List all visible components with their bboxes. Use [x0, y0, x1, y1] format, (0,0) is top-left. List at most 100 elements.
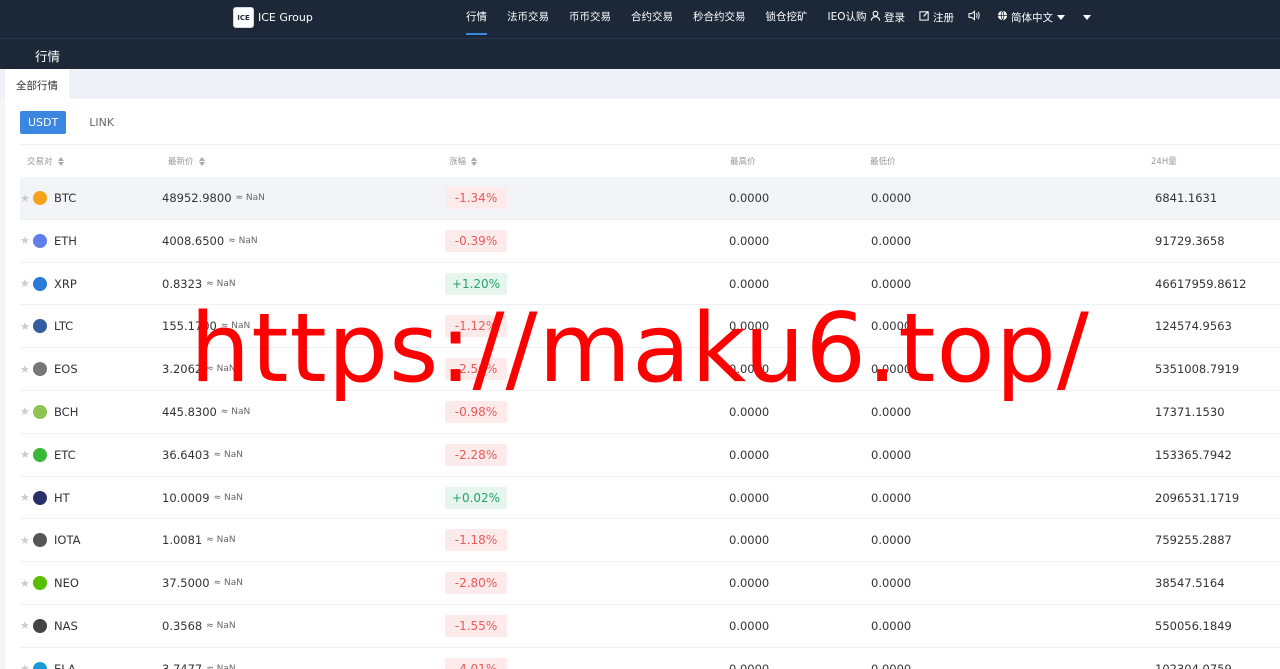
chevron-down-icon — [1057, 14, 1065, 20]
change-badge: -1.18% — [445, 519, 507, 561]
sound-toggle[interactable] — [968, 10, 983, 24]
favorite-star-icon[interactable]: ★ — [20, 562, 30, 604]
low-price: 0.0000 — [871, 661, 912, 669]
table-row[interactable]: ★ ETC 36.6403 ≈ NaN -2.28% 0.0000 0.0000 153365… — [20, 434, 1280, 477]
coin-symbol: XRP — [54, 276, 77, 291]
main-nav: 行情 法币交易 币币交易 合约交易 秒合约交易 锁仓挖矿 IEO认购 — [466, 0, 887, 38]
coin-symbol: NAS — [54, 618, 78, 633]
ht-icon — [33, 490, 47, 505]
volume-24h: 550056.1849 — [1155, 618, 1232, 633]
table-row[interactable]: ★ HT 10.0009 ≈ NaN +0.02% 0.0000 0.0000 2096531… — [20, 477, 1280, 520]
column-header-volume: 24H量 — [1151, 157, 1177, 167]
brand-logo[interactable]: ICE ICE Group — [233, 7, 313, 28]
login-link[interactable]: 登录 — [870, 10, 905, 25]
latest-price: 10.0009 ≈ NaN — [162, 477, 243, 519]
tab-all-markets[interactable]: 全部行情 — [5, 69, 69, 99]
price-approx: ≈ NaN — [206, 663, 236, 669]
column-header-pair[interactable]: 交易对 — [27, 155, 64, 167]
coin-symbol: ELA — [54, 661, 76, 669]
nav-link-ieo[interactable]: IEO认购 — [828, 0, 867, 38]
volume-24h: 38547.5164 — [1155, 576, 1225, 591]
table-row[interactable]: ★ EOS 3.2062 ≈ NaN -2.56% 0.0000 0.0000 5351008… — [20, 348, 1280, 391]
change-value: -2.28% — [445, 443, 507, 466]
change-badge: -0.98% — [445, 391, 507, 433]
sort-icon — [198, 156, 205, 166]
table-row[interactable]: ★ BTC 48952.9800 ≈ NaN -1.34% 0.0000 0.0000 684… — [20, 177, 1280, 220]
price-value: 1.0081 — [162, 533, 203, 548]
language-select[interactable]: 简体中文 — [997, 10, 1065, 25]
ltc-icon — [33, 319, 47, 334]
eos-icon — [33, 362, 47, 377]
price-approx: ≈ NaN — [213, 449, 243, 460]
volume-24h: 124574.9563 — [1155, 319, 1232, 334]
latest-price: 1.0081 ≈ NaN — [162, 519, 236, 561]
change-value: -1.55% — [445, 614, 507, 637]
price-value: 0.3568 — [162, 618, 203, 633]
table-row[interactable]: ★ ETH 4008.6500 ≈ NaN -0.39% 0.0000 0.0000 9172… — [20, 220, 1280, 263]
tab-usdt[interactable]: USDT — [20, 111, 67, 134]
change-value: +0.02% — [445, 486, 507, 509]
change-value: -1.12% — [445, 315, 507, 338]
high-price: 0.0000 — [729, 233, 770, 248]
volume-24h: 2096531.1719 — [1155, 490, 1240, 505]
nav-link-staking[interactable]: 锁仓挖矿 — [766, 0, 808, 38]
nav-link-market[interactable]: 行情 — [466, 0, 487, 38]
table-row[interactable]: ★ IOTA 1.0081 ≈ NaN -1.18% 0.0000 0.0000 759255… — [20, 519, 1280, 563]
coin-symbol: EOS — [54, 362, 78, 377]
nav-link-spot[interactable]: 币币交易 — [569, 0, 611, 38]
latest-price: 48952.9800 ≈ NaN — [162, 177, 265, 219]
etc-icon — [33, 447, 47, 462]
favorite-star-icon[interactable]: ★ — [20, 519, 30, 561]
table-row[interactable]: ★ LTC 155.1700 ≈ NaN -1.12% 0.0000 0.0000 12457… — [20, 305, 1280, 349]
change-value: -2.80% — [445, 572, 507, 595]
latest-price: 3.2062 ≈ NaN — [162, 348, 236, 390]
column-header-change[interactable]: 涨幅 — [449, 155, 478, 167]
price-value: 10.0009 — [162, 490, 210, 505]
latest-price: 3.7477 ≈ NaN — [162, 648, 236, 669]
favorite-star-icon[interactable]: ★ — [20, 305, 30, 347]
price-approx: ≈ NaN — [206, 364, 236, 375]
coin-symbol: ETC — [54, 447, 76, 462]
change-badge: -4.01% — [445, 648, 507, 669]
latest-price: 0.3568 ≈ NaN — [162, 605, 236, 647]
nav-link-fiat[interactable]: 法币交易 — [507, 0, 549, 38]
favorite-star-icon[interactable]: ★ — [20, 605, 30, 647]
coin-symbol: IOTA — [54, 533, 81, 548]
speaker-icon — [968, 10, 980, 24]
favorite-star-icon[interactable]: ★ — [20, 477, 30, 519]
login-label: 登录 — [884, 11, 905, 24]
table-row[interactable]: ★ ELA 3.7477 ≈ NaN -4.01% 0.0000 0.0000 102304.… — [20, 648, 1280, 669]
low-price: 0.0000 — [871, 404, 912, 419]
high-price: 0.0000 — [729, 319, 770, 334]
price-value: 37.5000 — [162, 576, 210, 591]
table-row[interactable]: ★ NEO 37.5000 ≈ NaN -2.80% 0.0000 0.0000 38547.… — [20, 562, 1280, 605]
price-value: 4008.6500 — [162, 233, 225, 248]
volume-24h: 102304.0759 — [1155, 661, 1232, 669]
change-badge: -2.80% — [445, 562, 507, 604]
column-header-price[interactable]: 最新价 — [168, 155, 205, 167]
table-row[interactable]: ★ NAS 0.3568 ≈ NaN -1.55% 0.0000 0.0000 550056.… — [20, 605, 1280, 648]
volume-24h: 5351008.7919 — [1155, 362, 1240, 377]
favorite-star-icon[interactable]: ★ — [20, 348, 30, 390]
change-badge: -1.12% — [445, 305, 507, 347]
favorite-star-icon[interactable]: ★ — [20, 434, 30, 476]
nav-link-futures[interactable]: 合约交易 — [631, 0, 673, 38]
change-value: +1.20% — [445, 272, 507, 295]
more-menu[interactable] — [1079, 14, 1091, 20]
market-panel: USDT LINK 交易对 最新价 涨幅 最高价 最低价 24H量 ★ BTC 48… — [5, 99, 1280, 669]
latest-price: 445.8300 ≈ NaN — [162, 391, 250, 433]
favorite-star-icon[interactable]: ★ — [20, 391, 30, 433]
top-nav: ICE ICE Group 行情 法币交易 币币交易 合约交易 秒合约交易 锁仓… — [0, 0, 1280, 38]
table-row[interactable]: ★ XRP 0.8323 ≈ NaN +1.20% 0.0000 0.0000 4661795… — [20, 263, 1280, 306]
table-header: 交易对 最新价 涨幅 最高价 最低价 24H量 — [20, 145, 1280, 177]
tab-link[interactable]: LINK — [81, 111, 122, 134]
table-row[interactable]: ★ BCH 445.8300 ≈ NaN -0.98% 0.0000 0.0000 17371… — [20, 391, 1280, 434]
favorite-star-icon[interactable]: ★ — [20, 648, 30, 669]
favorite-star-icon[interactable]: ★ — [20, 177, 30, 219]
nav-link-second-contract[interactable]: 秒合约交易 — [693, 0, 746, 38]
register-link[interactable]: 注册 — [919, 10, 954, 25]
favorite-star-icon[interactable]: ★ — [20, 263, 30, 305]
quote-currency-tabs: USDT LINK — [20, 111, 137, 134]
change-value: -1.18% — [445, 529, 507, 552]
favorite-star-icon[interactable]: ★ — [20, 220, 30, 262]
